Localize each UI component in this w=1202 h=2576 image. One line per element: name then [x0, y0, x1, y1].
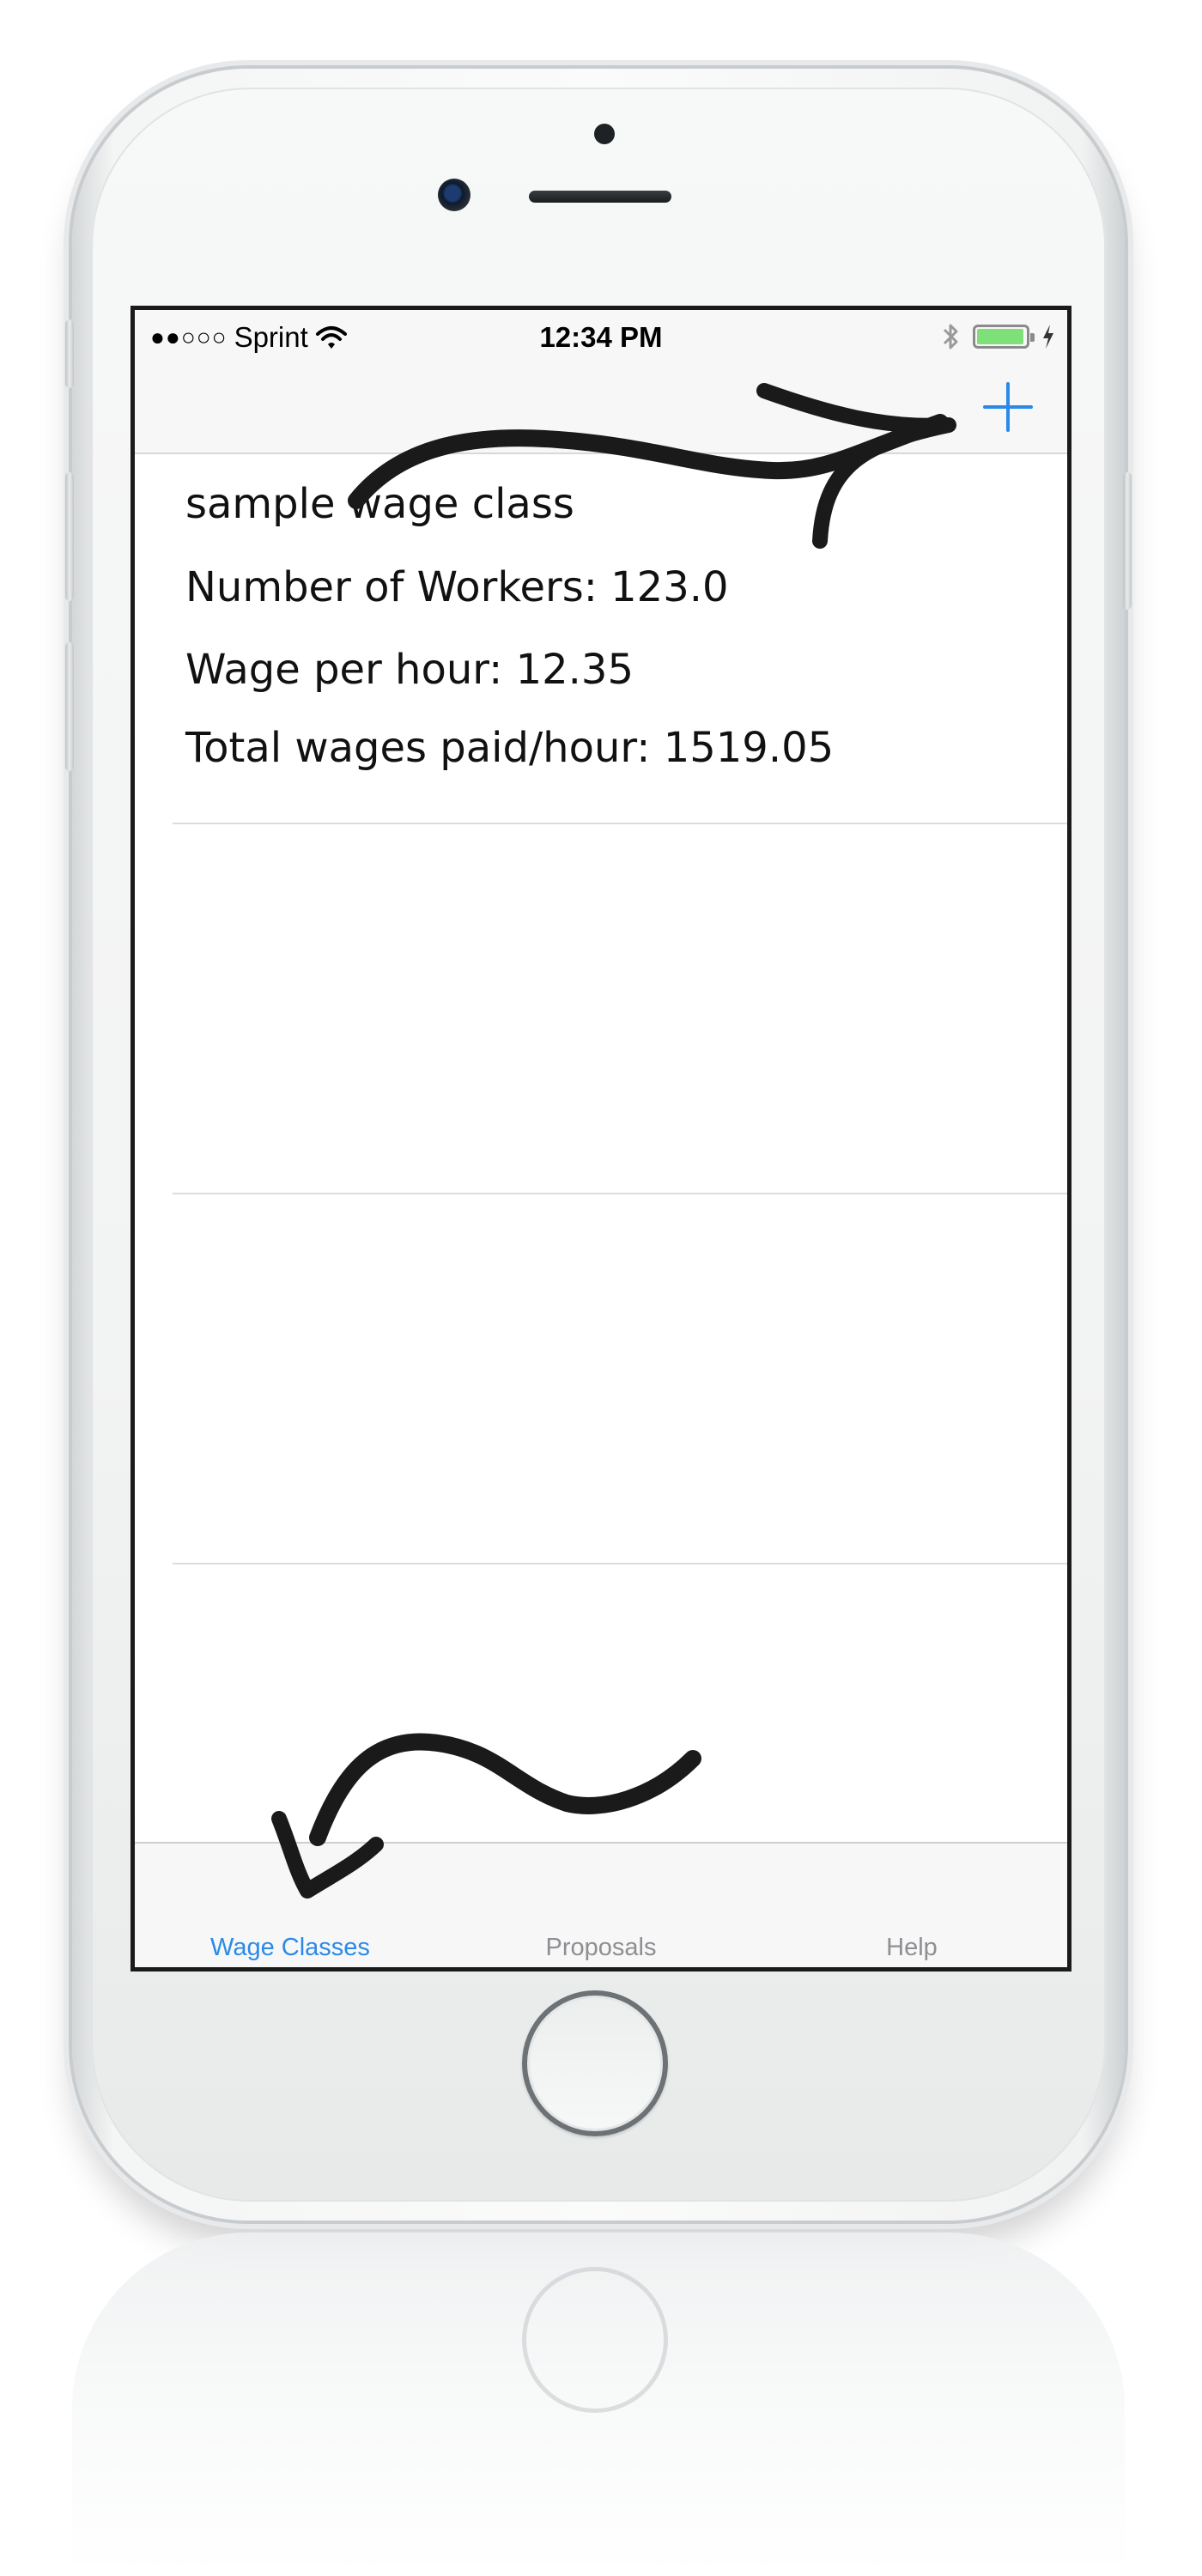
status-right: [942, 322, 1055, 351]
battery-tip: [1030, 333, 1035, 342]
battery-level: [977, 329, 1023, 344]
total-wages-per-hour: Total wages paid/hour: 1519.05: [185, 724, 835, 772]
earpiece-speaker: [529, 191, 671, 203]
wage-class-name: sample wage class: [185, 480, 574, 528]
status-time: 12:34 PM: [539, 321, 663, 353]
wage-per-hour: Wage per hour: 12.35: [185, 646, 634, 694]
number-of-workers: Number of Workers: 123.0: [185, 563, 729, 611]
front-camera-icon: [438, 179, 470, 211]
volume-down-button: [65, 642, 74, 771]
empty-cell: [173, 824, 1067, 1194]
wage-class-list: sample wage class Number of Workers: 123…: [135, 454, 1067, 1564]
plus-icon[interactable]: [978, 377, 1038, 437]
tab-wage-classes[interactable]: Wage Classes: [135, 1934, 446, 1962]
empty-cell: [173, 1194, 1067, 1564]
battery-icon: [973, 325, 1035, 349]
charging-bolt-icon: [1043, 325, 1053, 349]
mute-switch: [65, 319, 74, 388]
tab-bar: Wage Classes Proposals Help: [135, 1842, 1067, 1967]
app-screen: ●●○○○ Sprint 12:34 PM sample wage class …: [131, 306, 1071, 1971]
navigation-bar: [135, 363, 1067, 454]
tab-help[interactable]: Help: [756, 1934, 1067, 1962]
proximity-sensor: [594, 124, 615, 144]
power-button: [1123, 472, 1132, 610]
tab-proposals[interactable]: Proposals: [446, 1934, 756, 1962]
status-bar: ●●○○○ Sprint 12:34 PM: [135, 310, 1067, 363]
bluetooth-icon: [943, 324, 958, 349]
volume-up-button: [65, 472, 74, 601]
wage-class-cell[interactable]: sample wage class Number of Workers: 123…: [173, 454, 1067, 824]
home-button[interactable]: [522, 1990, 668, 2136]
home-button-reflection: [522, 2267, 668, 2413]
